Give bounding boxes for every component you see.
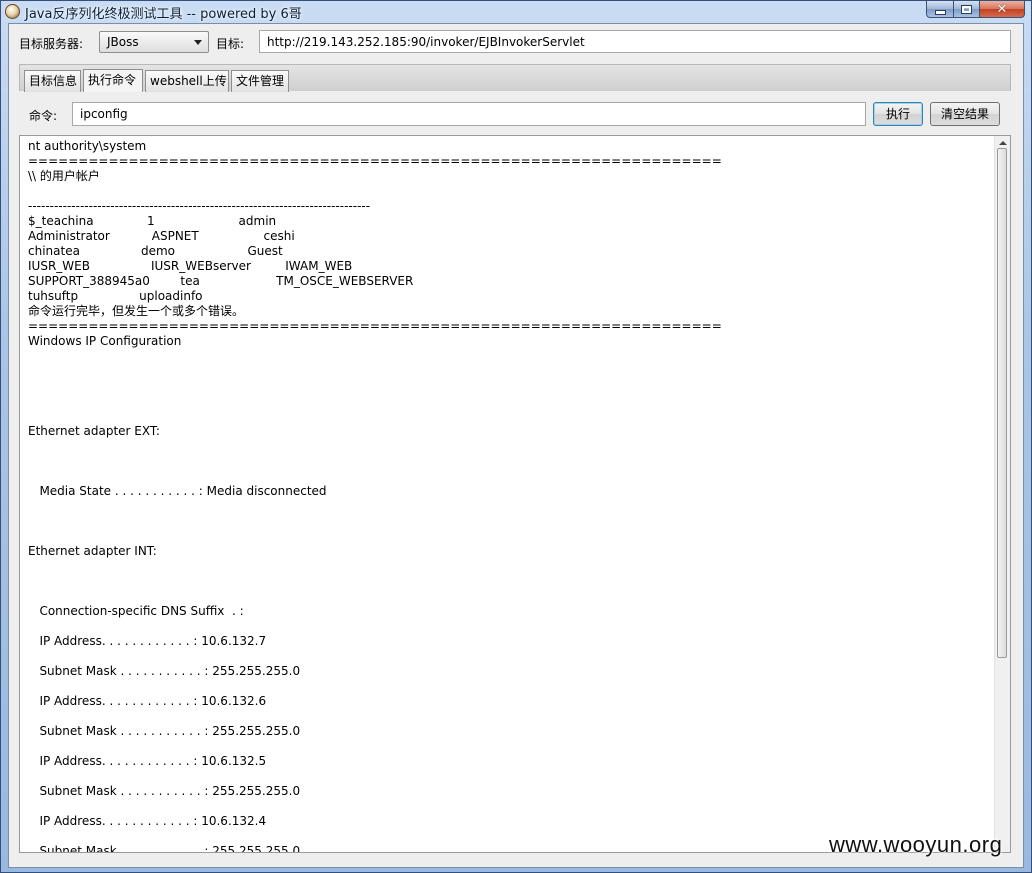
tab-webshell-upload[interactable]: webshell上传 bbox=[145, 70, 229, 92]
tab-execute-command[interactable]: 执行命令 bbox=[83, 69, 143, 92]
chevron-down-icon bbox=[194, 40, 202, 45]
maximize-icon bbox=[961, 4, 972, 14]
vertical-scrollbar[interactable] bbox=[994, 136, 1010, 852]
clear-results-button[interactable]: 清空结果 bbox=[930, 102, 1000, 126]
app-window: Java反序列化终极测试工具 -- powered by 6哥 ✕ 目标服务器:… bbox=[0, 0, 1032, 873]
maximize-button[interactable] bbox=[954, 1, 980, 18]
server-select-value: JBoss bbox=[107, 35, 139, 49]
window-title: Java反序列化终极测试工具 -- powered by 6哥 bbox=[25, 7, 302, 22]
scrollbar-thumb[interactable] bbox=[997, 148, 1007, 658]
title-bar[interactable]: Java反序列化终极测试工具 -- powered by 6哥 ✕ bbox=[1, 1, 1031, 23]
target-url-input[interactable] bbox=[259, 30, 1011, 53]
command-output: nt authority\system ====================… bbox=[28, 139, 722, 853]
tab-strip: 目标信息 执行命令 webshell上传 文件管理 bbox=[19, 64, 1011, 92]
close-button[interactable]: ✕ bbox=[980, 1, 1025, 18]
minimize-button[interactable] bbox=[926, 1, 954, 18]
execute-button[interactable]: 执行 bbox=[873, 102, 923, 126]
tab-target-info[interactable]: 目标信息 bbox=[24, 70, 81, 92]
command-label: 命令: bbox=[29, 109, 58, 123]
output-panel[interactable]: nt authority\system ====================… bbox=[19, 135, 1011, 853]
minimize-icon bbox=[934, 9, 946, 15]
command-input[interactable] bbox=[72, 102, 866, 126]
server-label: 目标服务器: bbox=[19, 37, 84, 51]
java-coffee-icon bbox=[5, 4, 20, 19]
target-label: 目标: bbox=[216, 37, 245, 51]
close-icon: ✕ bbox=[996, 1, 1008, 17]
main-panel: 目标服务器: JBoss 目标: 目标信息 执行命令 webshell上传 文件… bbox=[8, 23, 1024, 868]
watermark: www.wooyun.org bbox=[829, 832, 1003, 857]
server-select[interactable]: JBoss bbox=[99, 31, 209, 53]
window-controls: ✕ bbox=[926, 1, 1025, 18]
tab-file-manager[interactable]: 文件管理 bbox=[231, 70, 289, 92]
